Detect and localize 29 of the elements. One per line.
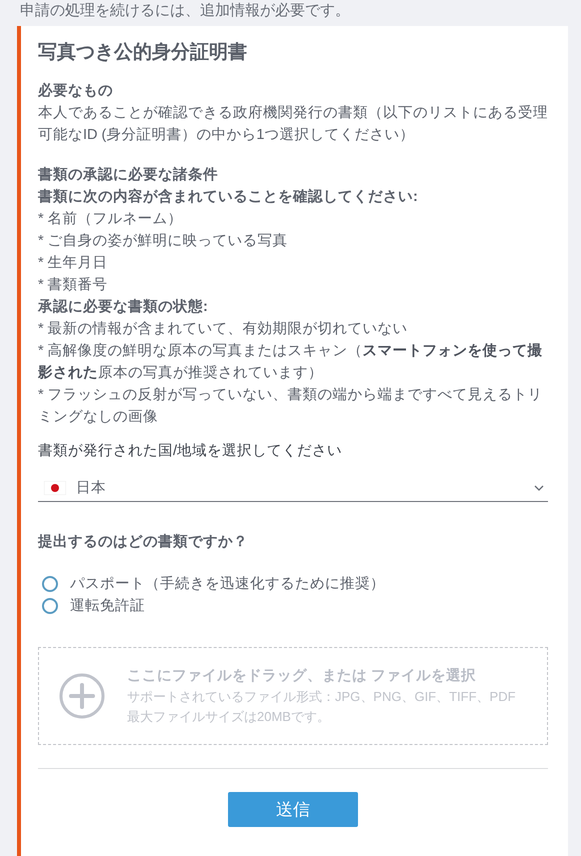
option-label: 運転免許証 [70, 597, 145, 616]
section-heading: 承認に必要な書類の状態: [38, 298, 209, 317]
radio-option[interactable]: 運転免許証 [38, 595, 548, 617]
question-text: 提出するのはどの書類ですか？ [38, 532, 249, 551]
body-text: * 最新の情報が含まれていて、有効期限が切れていない [38, 320, 409, 339]
body-text: * 名前（フルネーム） [38, 210, 184, 229]
radio-icon[interactable] [42, 598, 58, 614]
section-heading: 必要なもの [38, 82, 114, 101]
section-heading: 書類に次の内容が含まれていることを確認してください: [38, 187, 419, 207]
size-limit-text: 最大ファイルサイズは20MBです。 [127, 708, 331, 726]
notice-text: 申請の処理を続けるには、追加情報が必要です。 [19, 1, 351, 21]
radio-option[interactable]: パスポート（手続きを迅速化するために推奨） [38, 573, 548, 595]
submit-button[interactable]: 送信 [228, 792, 358, 827]
flag-icon [44, 480, 66, 494]
body-text: 本人であることが確認できる政府機関発行の書類（以下のリストにある受理可能なID (身分証明書）の中から1つ選択してください） [38, 104, 548, 145]
section-heading: 書類の承認に必要な諸条件 [38, 166, 219, 185]
card-title: 写真つき公的身分証明書 [38, 40, 248, 65]
plus-icon [59, 673, 105, 719]
field-label: 書類が発行された国/地域を選択してください [38, 442, 344, 461]
body-text: * フラッシュの反射が写っていない、書類の端から端まですべて見えるトリミングなしの画像 [38, 386, 544, 427]
body-text: * ご自身の姿が鮮明に映っている写真 [38, 232, 289, 251]
body-text: * 書類番号 [38, 276, 109, 295]
drop-title: ここにファイルをドラッグ、または ファイルを選択 [127, 667, 478, 686]
chevron-icon [534, 484, 544, 490]
radio-icon[interactable] [42, 576, 58, 592]
body-text: * 高解像度の鮮明な原本の写真またはスキャン（スマートフォンを使って撮影された原本の写真が推奨されています） [38, 342, 544, 383]
body-text: * 生年月日 [38, 254, 109, 273]
formats-text: サポートされているファイル形式：JPG、PNG、GIF、TIFF、PDF [127, 688, 516, 706]
option-label: パスポート（手続きを迅速化するために推奨） [70, 574, 385, 594]
